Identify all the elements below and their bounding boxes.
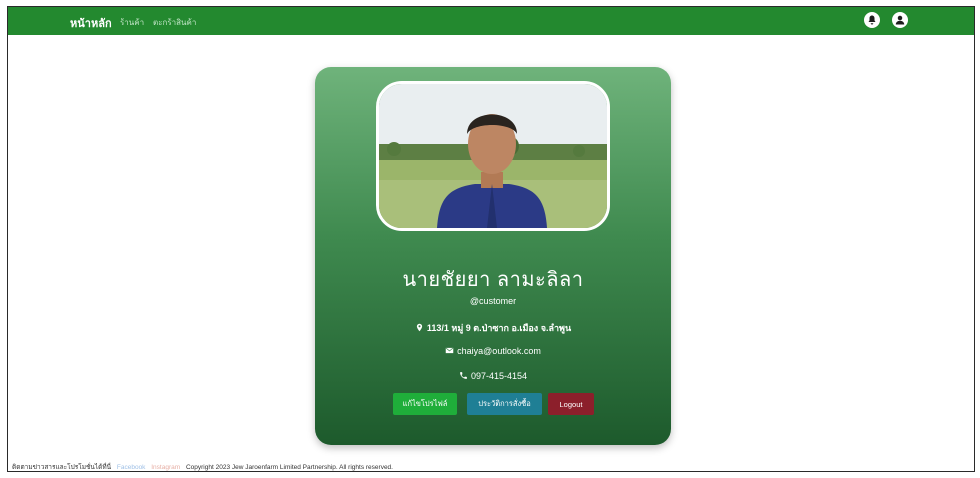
profile-email-row: chaiya@outlook.com (315, 346, 671, 356)
logout-button[interactable]: Logout (548, 393, 594, 415)
nav-shop-link[interactable]: ร้านค้า (120, 16, 144, 29)
envelope-icon (445, 347, 454, 354)
order-history-button[interactable]: ประวัติการสั่งซื้อ (467, 393, 542, 415)
footer: ติดตามข่าวสารและโปรโมชั่นได้ที่นี่ Faceb… (8, 462, 974, 471)
facebook-link[interactable]: Facebook (117, 464, 146, 471)
bell-icon[interactable] (864, 12, 880, 28)
profile-address: 113/1 หมู่ 9 ต.ป่าซาก อ.เมือง จ.ลำพูน (426, 323, 572, 333)
profile-username: @customer (469, 296, 517, 306)
edit-profile-button[interactable]: แก้ไขโปรไฟล์ (393, 393, 457, 415)
browser-frame: หน้าหลัก ร้านค้า ตะกร้าสินค้า นายชัยยา ล… (7, 6, 975, 472)
user-icon[interactable] (892, 12, 908, 28)
profile-card: นายชัยยา ลามะลิลา @customer 113/1 หมู่ 9… (315, 67, 671, 445)
navbar: หน้าหลัก ร้านค้า ตะกร้าสินค้า (8, 7, 974, 35)
profile-photo (376, 81, 610, 231)
profile-phone-row: 097-415-4154 (315, 371, 671, 381)
footer-contact-text: ติดตามข่าวสารและโปรโมชั่นได้ที่นี่ (12, 464, 112, 471)
profile-name: นายชัยยา ลามะลิลา (402, 269, 584, 291)
nav-home-link[interactable]: หน้าหลัก (70, 14, 112, 32)
instagram-link[interactable]: Instagram (151, 464, 180, 471)
profile-email: chaiya@outlook.com (457, 346, 541, 356)
map-marker-icon (416, 323, 422, 332)
profile-phone: 097-415-4154 (470, 371, 528, 381)
copyright-text: Copyright 2023 Jew Jaroenfarm Limited Pa… (185, 464, 393, 471)
nav-cart-link[interactable]: ตะกร้าสินค้า (153, 16, 196, 29)
phone-icon (460, 372, 467, 379)
profile-address-row: 113/1 หมู่ 9 ต.ป่าซาก อ.เมือง จ.ลำพูน (315, 321, 671, 335)
